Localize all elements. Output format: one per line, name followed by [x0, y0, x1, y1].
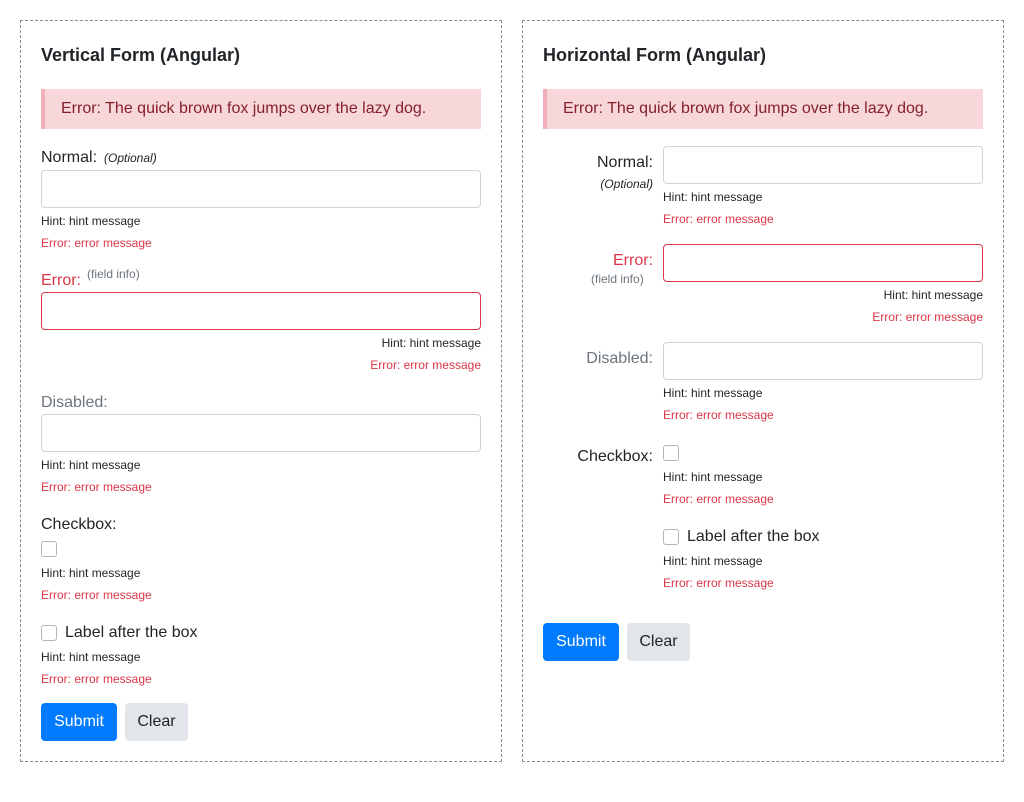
- error-hint: Hint: hint message: [381, 336, 481, 350]
- h-disabled-hint: Hint: hint message: [663, 386, 763, 400]
- submit-button[interactable]: Submit: [41, 703, 117, 741]
- checkbox-input[interactable]: [41, 541, 57, 557]
- h-error-label: Error:: [613, 252, 653, 269]
- checkbox-error-message: Error: error message: [41, 588, 152, 602]
- h-normal-error-message: Error: error message: [663, 212, 774, 226]
- h-normal-input[interactable]: [663, 146, 983, 184]
- vertical-form-alert: Error: The quick brown fox jumps over th…: [41, 89, 481, 129]
- checkbox-label: Checkbox:: [41, 516, 117, 533]
- h-disabled-error-message: Error: error message: [663, 408, 774, 422]
- h-submit-button[interactable]: Submit: [543, 623, 619, 661]
- h-checkbox-after-hint: Hint: hint message: [663, 554, 763, 568]
- checkbox-after-hint: Hint: hint message: [41, 650, 141, 664]
- h-normal-optional-tag: (Optional): [600, 177, 653, 191]
- h-disabled-input: [663, 342, 983, 380]
- horizontal-form-title: Horizontal Form (Angular): [543, 45, 766, 65]
- error-input[interactable]: [41, 292, 481, 330]
- h-checkbox-error-message: Error: error message: [663, 492, 774, 506]
- h-clear-button[interactable]: Clear: [627, 623, 690, 661]
- h-checkbox-label: Checkbox:: [577, 448, 653, 465]
- h-error-hint: Hint: hint message: [883, 288, 983, 302]
- h-normal-label: Normal:: [596, 154, 653, 171]
- vertical-form-panel: Vertical Form (Angular) Error: The quick…: [20, 20, 502, 762]
- clear-button[interactable]: Clear: [125, 703, 188, 741]
- normal-input[interactable]: [41, 170, 481, 208]
- disabled-error-message: Error: error message: [41, 480, 152, 494]
- h-disabled-label: Disabled:: [586, 350, 653, 367]
- horizontal-form-alert: Error: The quick brown fox jumps over th…: [543, 89, 983, 129]
- checkbox-after-input[interactable]: [41, 625, 57, 641]
- h-error-error-message: Error: error message: [872, 310, 983, 324]
- error-label: Error:: [41, 272, 81, 289]
- vertical-form-title: Vertical Form (Angular): [41, 45, 241, 65]
- checkbox-hint: Hint: hint message: [41, 566, 141, 580]
- h-checkbox-input[interactable]: [663, 445, 679, 461]
- h-checkbox-after-label[interactable]: Label after the box: [687, 528, 820, 546]
- h-checkbox-after-input[interactable]: [663, 529, 679, 545]
- normal-optional-tag: (Optional): [104, 151, 157, 165]
- checkbox-after-error-message: Error: error message: [41, 672, 152, 686]
- horizontal-form-panel: Horizontal Form (Angular) Error: The qui…: [522, 20, 1004, 762]
- normal-label: Normal:: [41, 149, 98, 166]
- checkbox-after-label[interactable]: Label after the box: [65, 624, 198, 642]
- normal-hint: Hint: hint message: [41, 214, 141, 228]
- h-error-input[interactable]: [663, 244, 983, 282]
- h-checkbox-hint: Hint: hint message: [663, 470, 763, 484]
- error-error-message: Error: error message: [370, 358, 481, 372]
- disabled-label: Disabled:: [41, 394, 108, 411]
- h-checkbox-after-error-message: Error: error message: [663, 576, 774, 590]
- disabled-hint: Hint: hint message: [41, 458, 141, 472]
- normal-error-message: Error: error message: [41, 236, 152, 250]
- disabled-input: [41, 414, 481, 452]
- error-field-info: (field info): [87, 267, 140, 281]
- h-error-field-info: (field info): [591, 272, 644, 286]
- h-normal-hint: Hint: hint message: [663, 190, 763, 204]
